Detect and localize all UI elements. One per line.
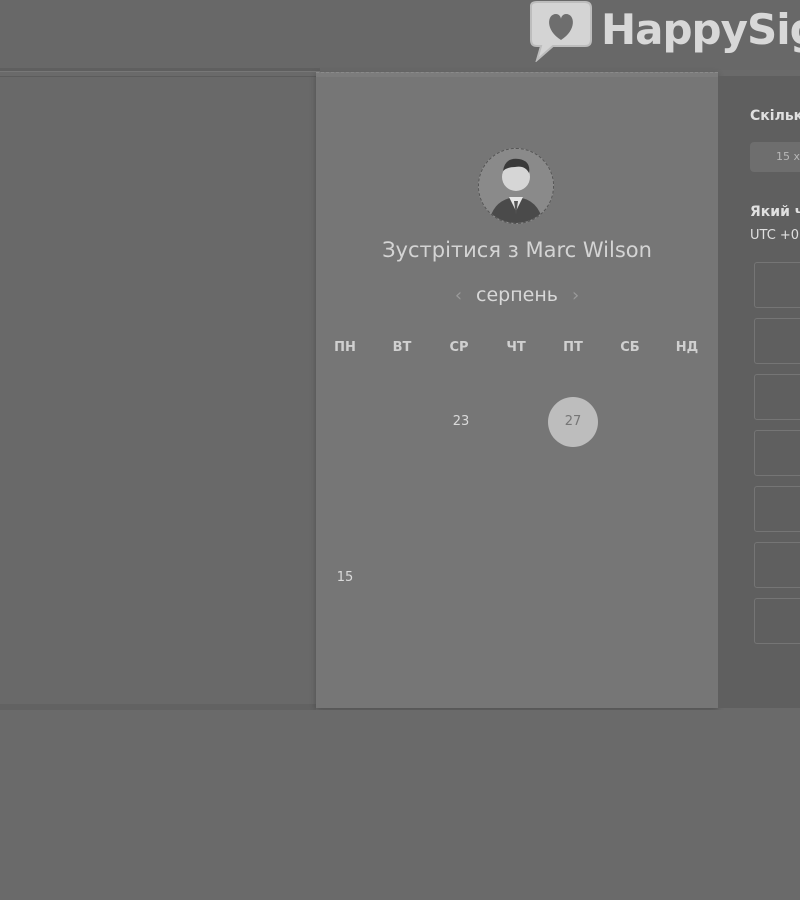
calendar-day — [377, 345, 427, 395]
time-slot-button[interactable] — [754, 486, 800, 532]
calendar-day — [491, 501, 541, 551]
chevron-right-icon[interactable]: › — [572, 285, 579, 306]
calendar-day — [605, 501, 655, 551]
calendar-day — [377, 449, 427, 499]
time-slot-button[interactable] — [754, 374, 800, 420]
calendar-day — [320, 501, 370, 551]
time-slot-button[interactable] — [754, 430, 800, 476]
top-bar-divider — [0, 68, 320, 72]
chevron-left-icon[interactable]: ‹ — [455, 285, 462, 306]
host-avatar — [478, 148, 554, 224]
heart-bubble-icon — [523, 0, 595, 63]
calendar-day — [605, 553, 655, 603]
calendar-day — [662, 553, 712, 603]
calendar-day — [434, 345, 484, 395]
calendar-day — [662, 397, 712, 447]
calendar-day-selected[interactable]: 27 — [548, 397, 598, 447]
calendar-day — [434, 553, 484, 603]
calendar-day — [377, 553, 427, 603]
brand-logo[interactable]: HappySig — [523, 0, 800, 63]
calendar-day — [491, 397, 541, 447]
timezone-value[interactable]: UTC +0 — [750, 228, 799, 243]
calendar-day — [320, 397, 370, 447]
time-slot-button[interactable] — [754, 598, 800, 644]
card-top-border — [316, 72, 718, 77]
duration-select[interactable]: 15 х — [750, 142, 800, 172]
time-slot-button[interactable] — [754, 318, 800, 364]
calendar-day — [434, 449, 484, 499]
month-label: серпень — [476, 284, 558, 306]
page-footer-area — [0, 710, 800, 900]
calendar-day — [548, 345, 598, 395]
left-panel — [0, 76, 316, 709]
calendar-day — [662, 501, 712, 551]
calendar-day — [605, 345, 655, 395]
time-selection-panel: Скільк 15 х Який ч UTC +0 — [718, 76, 800, 708]
calendar-day — [662, 449, 712, 499]
calendar-day-available[interactable]: 23 — [436, 397, 486, 447]
calendar-day — [491, 449, 541, 499]
calendar-day — [491, 553, 541, 603]
booking-calendar-card: Зустрітися з Marc Wilson ‹ серпень › ПН … — [316, 72, 718, 708]
meeting-title: Зустрітися з Marc Wilson — [382, 238, 652, 262]
duration-label: Скільк — [750, 108, 800, 124]
month-navigation: ‹ серпень › — [316, 284, 718, 306]
timezone-label: Який ч — [750, 204, 800, 220]
calendar-day — [320, 449, 370, 499]
calendar-day — [662, 345, 712, 395]
calendar-day — [434, 501, 484, 551]
time-slot-button[interactable] — [754, 542, 800, 588]
calendar-day-available[interactable]: 15 — [320, 553, 370, 603]
calendar-day — [548, 553, 598, 603]
calendar-day — [605, 449, 655, 499]
calendar-day — [548, 501, 598, 551]
brand-name: HappySig — [601, 4, 800, 54]
calendar-day — [491, 345, 541, 395]
calendar-day — [377, 397, 427, 447]
calendar-day — [605, 397, 655, 447]
calendar-day — [548, 449, 598, 499]
time-slot-button[interactable] — [754, 262, 800, 308]
calendar-day — [377, 501, 427, 551]
calendar-day — [320, 345, 370, 395]
top-bar: HappySig — [0, 0, 800, 72]
